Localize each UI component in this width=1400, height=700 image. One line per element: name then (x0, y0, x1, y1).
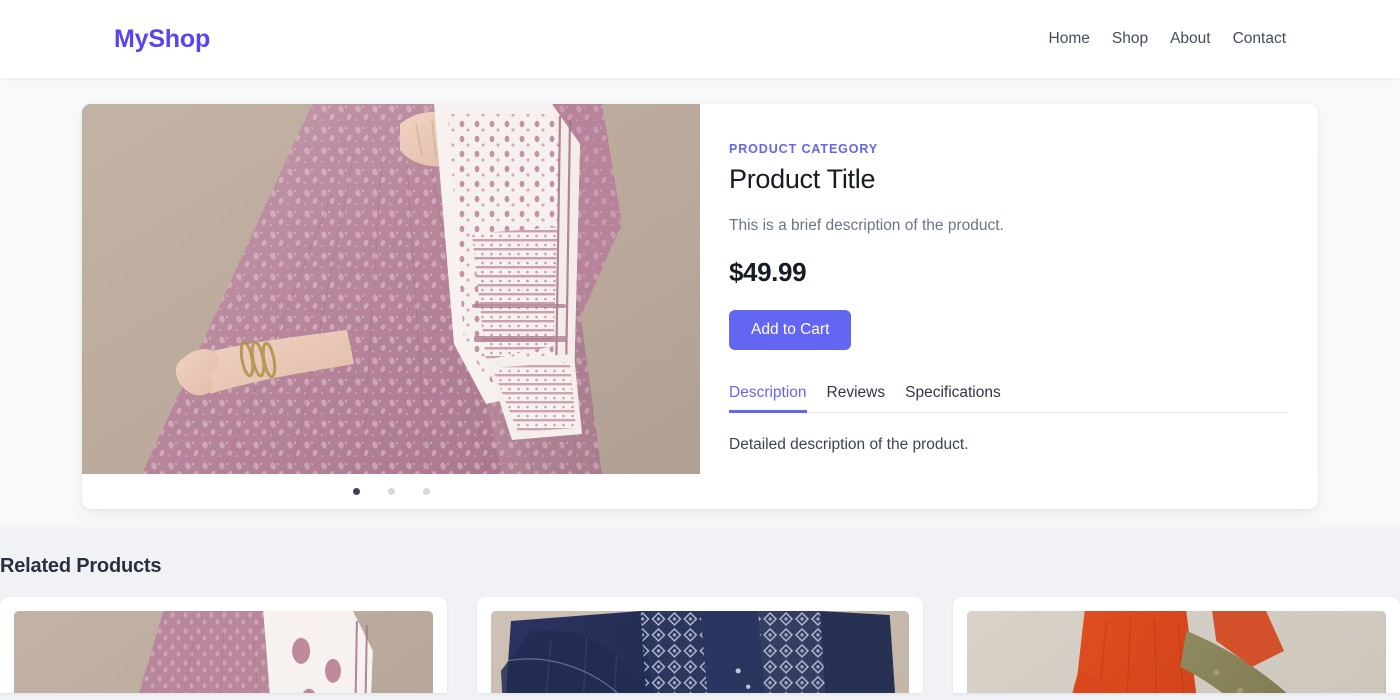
add-to-cart-button[interactable]: Add to Cart (729, 309, 852, 350)
related-products-section: Related Products (0, 527, 1400, 700)
product-main-image[interactable] (82, 104, 700, 474)
nav-link-about[interactable]: About (1170, 31, 1211, 47)
related-product-card[interactable] (476, 597, 924, 693)
product-category: PRODUCT CATEGORY (729, 142, 879, 156)
brand-logo[interactable]: MyShop (114, 26, 210, 52)
related-product-card[interactable] (0, 597, 447, 693)
product-tabs: Description Reviews Specifications (729, 384, 1287, 413)
product-detail-card: PRODUCT CATEGORY Product Title This is a… (82, 104, 1318, 509)
nav-link-contact[interactable]: Contact (1233, 31, 1286, 47)
carousel-dot-3[interactable] (422, 488, 430, 495)
main-navigation: Home Shop About Contact (1049, 31, 1287, 47)
nav-link-home[interactable]: Home (1049, 31, 1090, 47)
related-product-image (490, 611, 910, 693)
product-page: PRODUCT CATEGORY Product Title This is a… (0, 78, 1400, 527)
related-product-image (967, 611, 1387, 693)
nav-link-shop[interactable]: Shop (1112, 31, 1148, 47)
related-product-card[interactable] (953, 597, 1400, 693)
site-header: MyShop Home Shop About Contact (0, 0, 1400, 78)
product-short-description: This is a brief description of the produ… (729, 216, 1004, 234)
carousel-dots (82, 474, 700, 509)
product-title: Product Title (729, 164, 876, 194)
related-products-heading: Related Products (0, 555, 162, 577)
product-info: PRODUCT CATEGORY Product Title This is a… (700, 104, 1318, 509)
related-product-image (14, 611, 433, 693)
product-price: $49.99 (729, 256, 807, 287)
tab-specifications[interactable]: Specifications (905, 384, 1001, 413)
carousel-dot-2[interactable] (387, 488, 395, 495)
carousel-dot-1[interactable] (352, 488, 360, 495)
tab-reviews[interactable]: Reviews (827, 384, 886, 413)
product-gallery (82, 104, 700, 509)
tab-description[interactable]: Description (729, 384, 807, 413)
tab-panel-content: Detailed description of the product. (729, 435, 969, 453)
related-products-grid (0, 597, 1400, 693)
